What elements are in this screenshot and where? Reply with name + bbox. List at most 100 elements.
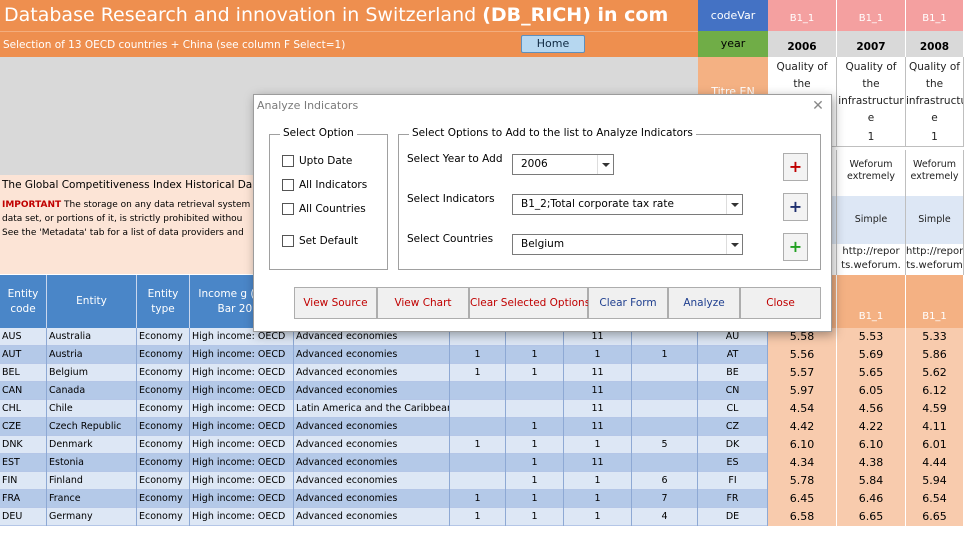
cell-c1[interactable] — [450, 454, 506, 472]
cell-value[interactable]: 4.38 — [837, 454, 906, 472]
cell-c4[interactable]: 4 — [632, 508, 698, 526]
cell-type[interactable]: Economy — [137, 364, 190, 382]
indicator-select[interactable]: B1_2;Total corporate tax rate — [512, 194, 743, 215]
cell-group[interactable]: Advanced economies — [294, 418, 450, 436]
cell-value[interactable]: 5.33 — [906, 328, 964, 346]
cell-c3[interactable]: 11 — [564, 364, 632, 382]
cell-c4[interactable] — [632, 400, 698, 418]
cell-c3[interactable]: 1 — [564, 508, 632, 526]
cell-c1[interactable]: 1 — [450, 490, 506, 508]
cell-type[interactable]: Economy — [137, 490, 190, 508]
home-button[interactable]: Home — [521, 35, 585, 53]
cell-name[interactable]: Canada — [47, 382, 137, 400]
all-indicators-checkbox[interactable]: All Indicators — [282, 179, 367, 191]
cell-c3[interactable]: 11 — [564, 382, 632, 400]
cell-code[interactable]: CAN — [0, 382, 47, 400]
cell-income[interactable]: High income: OECD — [190, 508, 294, 526]
cell-group[interactable]: Advanced economies — [294, 436, 450, 454]
cell-value[interactable]: 4.54 — [768, 400, 837, 418]
cell-income[interactable]: High income: OECD — [190, 364, 294, 382]
cell-value[interactable]: 4.42 — [768, 418, 837, 436]
cell-iso[interactable]: CN — [698, 382, 768, 400]
view-chart-button[interactable]: View Chart — [377, 287, 469, 319]
view-source-button[interactable]: View Source — [294, 287, 377, 319]
cell-value[interactable]: 5.65 — [837, 364, 906, 382]
cell-c4[interactable]: 5 — [632, 436, 698, 454]
cell-name[interactable]: Denmark — [47, 436, 137, 454]
cell-name[interactable]: Austria — [47, 346, 137, 364]
cell-income[interactable]: High income: OECD — [190, 400, 294, 418]
cell-c2[interactable]: 1 — [506, 454, 564, 472]
cell-iso[interactable]: FI — [698, 472, 768, 490]
add-year-button[interactable]: + — [783, 153, 808, 181]
cell-c1[interactable]: 1 — [450, 436, 506, 454]
cell-value[interactable]: 6.45 — [768, 490, 837, 508]
cell-code[interactable]: FRA — [0, 490, 47, 508]
cell-value[interactable]: 4.34 — [768, 454, 837, 472]
cell-c3[interactable]: 1 — [564, 472, 632, 490]
cell-c2[interactable]: 1 — [506, 364, 564, 382]
cell-code[interactable]: DEU — [0, 508, 47, 526]
cell-type[interactable]: Economy — [137, 382, 190, 400]
cell-name[interactable]: Germany — [47, 508, 137, 526]
cell-group[interactable]: Advanced economies — [294, 454, 450, 472]
cell-iso[interactable]: ES — [698, 454, 768, 472]
cell-name[interactable]: Czech Republic — [47, 418, 137, 436]
cell-value[interactable]: 6.01 — [906, 436, 964, 454]
cell-c4[interactable] — [632, 382, 698, 400]
upto-date-checkbox[interactable]: Upto Date — [282, 155, 352, 167]
clear-form-button[interactable]: Clear Form — [588, 287, 668, 319]
cell-type[interactable]: Economy — [137, 346, 190, 364]
cell-income[interactable]: High income: OECD — [190, 436, 294, 454]
cell-c4[interactable]: 7 — [632, 490, 698, 508]
cell-code[interactable]: AUS — [0, 328, 47, 346]
cell-income[interactable]: High income: OECD — [190, 418, 294, 436]
add-indicator-button[interactable]: + — [783, 193, 808, 221]
cell-type[interactable]: Economy — [137, 436, 190, 454]
cell-c1[interactable]: 1 — [450, 508, 506, 526]
cell-group[interactable]: Advanced economies — [294, 346, 450, 364]
cell-value[interactable]: 6.58 — [768, 508, 837, 526]
cell-c1[interactable]: 1 — [450, 364, 506, 382]
cell-value[interactable]: 5.56 — [768, 346, 837, 364]
cell-income[interactable]: High income: OECD — [190, 454, 294, 472]
cell-code[interactable]: DNK — [0, 436, 47, 454]
analyze-button[interactable]: Analyze — [668, 287, 740, 319]
cell-code[interactable]: CHL — [0, 400, 47, 418]
cell-name[interactable]: Finland — [47, 472, 137, 490]
cell-value[interactable]: 5.94 — [906, 472, 964, 490]
cell-value[interactable]: 5.97 — [768, 382, 837, 400]
cell-value[interactable]: 6.65 — [906, 508, 964, 526]
cell-c3[interactable]: 11 — [564, 400, 632, 418]
cell-group[interactable]: Latin America and the Caribbean — [294, 400, 450, 418]
cell-value[interactable]: 5.53 — [837, 328, 906, 346]
cell-c4[interactable] — [632, 418, 698, 436]
cell-name[interactable]: France — [47, 490, 137, 508]
cell-type[interactable]: Economy — [137, 508, 190, 526]
cell-c3[interactable]: 11 — [564, 454, 632, 472]
cell-iso[interactable]: FR — [698, 490, 768, 508]
close-button[interactable]: Close — [740, 287, 821, 319]
cell-c3[interactable]: 1 — [564, 490, 632, 508]
cell-c4[interactable]: 1 — [632, 346, 698, 364]
cell-value[interactable]: 6.05 — [837, 382, 906, 400]
all-countries-checkbox[interactable]: All Countries — [282, 203, 366, 215]
cell-c3[interactable]: 1 — [564, 436, 632, 454]
cell-value[interactable]: 4.22 — [837, 418, 906, 436]
cell-income[interactable]: High income: OECD — [190, 472, 294, 490]
chevron-down-icon[interactable] — [597, 155, 613, 174]
cell-name[interactable]: Estonia — [47, 454, 137, 472]
cell-name[interactable]: Belgium — [47, 364, 137, 382]
cell-c1[interactable] — [450, 382, 506, 400]
cell-value[interactable]: 5.78 — [768, 472, 837, 490]
cell-income[interactable]: High income: OECD — [190, 490, 294, 508]
cell-type[interactable]: Economy — [137, 328, 190, 346]
cell-c2[interactable]: 1 — [506, 346, 564, 364]
cell-group[interactable]: Advanced economies — [294, 472, 450, 490]
cell-c2[interactable] — [506, 400, 564, 418]
cell-code[interactable]: CZE — [0, 418, 47, 436]
cell-income[interactable]: High income: OECD — [190, 346, 294, 364]
cell-group[interactable]: Advanced economies — [294, 508, 450, 526]
cell-type[interactable]: Economy — [137, 454, 190, 472]
cell-code[interactable]: EST — [0, 454, 47, 472]
